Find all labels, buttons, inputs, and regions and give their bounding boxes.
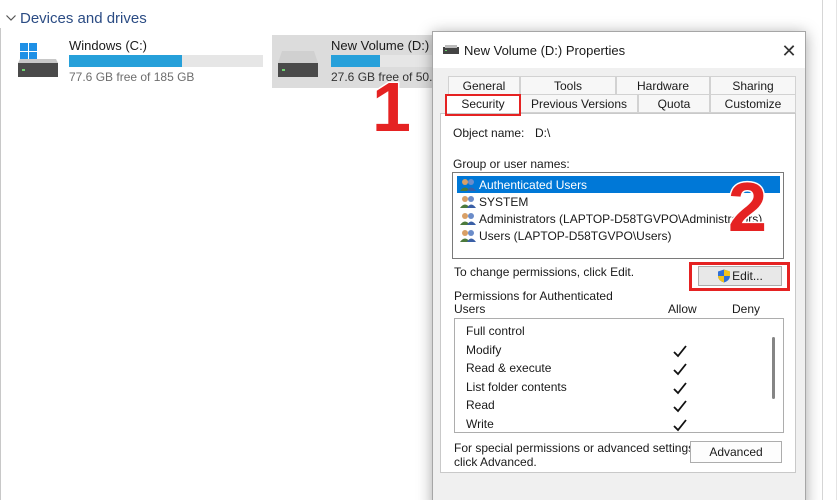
- permission-row-full-control: Full control: [466, 324, 525, 338]
- tab-quota[interactable]: Quota: [638, 94, 710, 113]
- users-group-icon: [460, 229, 476, 242]
- edit-button-highlight: [689, 262, 790, 291]
- permissions-for-label: Permissions for Authenticated: [454, 289, 613, 303]
- permission-row-list-folder: List folder contents: [466, 380, 567, 394]
- users-group-icon: [460, 178, 476, 191]
- change-permissions-text: To change permissions, click Edit.: [454, 265, 635, 279]
- close-icon[interactable]: ✕: [779, 41, 799, 61]
- user-item-label: Authenticated Users: [479, 177, 588, 192]
- permissions-list[interactable]: Full control Modify Read & execute List …: [454, 318, 784, 433]
- dialog-title: New Volume (D:) Properties: [464, 43, 626, 58]
- allow-check-icon: [673, 363, 687, 376]
- step-2-annotation: 2: [727, 168, 769, 246]
- dialog-titlebar[interactable]: New Volume (D:) Properties ✕: [433, 32, 805, 68]
- pane-divider: [0, 28, 1, 500]
- window-border-outer: [836, 0, 837, 500]
- permission-row-write: Write: [466, 417, 494, 431]
- drive-usage-bar: [69, 55, 263, 67]
- chevron-down-icon: [3, 10, 19, 26]
- drive-usage-bar: [331, 55, 438, 67]
- permission-row-read: Read: [466, 398, 495, 412]
- allow-check-icon: [673, 345, 687, 358]
- drive-name: New Volume (D:): [331, 38, 430, 53]
- allow-check-icon: [673, 419, 687, 432]
- object-name-value: D:\: [535, 126, 551, 140]
- drive-tile-d[interactable]: New Volume (D:) 27.6 GB free of 50.8 GB: [272, 35, 460, 88]
- devices-and-drives-header[interactable]: Devices and drives: [0, 8, 147, 28]
- user-item-label: Users (LAPTOP-D58TGVPO\Users): [479, 228, 672, 243]
- user-item-label: SYSTEM: [479, 194, 529, 209]
- user-item-administrators[interactable]: Administrators (LAPTOP-D58TGVPO\Administ…: [459, 210, 762, 227]
- deny-column-header: Deny: [732, 302, 761, 316]
- special-permissions-text-2: click Advanced.: [454, 455, 537, 469]
- allow-check-icon: [673, 400, 687, 413]
- permissions-for-label-user: Users: [454, 302, 486, 316]
- tab-tools[interactable]: Tools: [520, 76, 616, 95]
- advanced-button[interactable]: Advanced: [690, 441, 782, 463]
- tab-customize[interactable]: Customize: [710, 94, 796, 113]
- window-border: [822, 0, 823, 500]
- tab-general[interactable]: General: [448, 76, 520, 95]
- permission-row-read-execute: Read & execute: [466, 361, 552, 375]
- security-tab-highlight: [445, 94, 521, 116]
- permissions-scrollbar[interactable]: [772, 337, 775, 399]
- hard-drive-icon: [278, 51, 318, 77]
- permission-row-modify: Modify: [466, 343, 502, 357]
- drive-free-space: 77.6 GB free of 185 GB: [69, 70, 195, 84]
- tab-sharing[interactable]: Sharing: [710, 76, 796, 95]
- users-group-icon: [460, 212, 476, 225]
- drive-name: Windows (C:): [69, 38, 148, 53]
- drive-tile-c[interactable]: Windows (C:) 77.6 GB free of 185 GB: [12, 35, 266, 88]
- allow-check-icon: [673, 382, 687, 395]
- tab-hardware[interactable]: Hardware: [616, 76, 710, 95]
- drive-icon: [443, 45, 459, 54]
- windows-drive-icon: [18, 43, 58, 77]
- group-names-label: Group or user names:: [453, 157, 570, 171]
- user-item-label: Administrators (LAPTOP-D58TGVPO\Administ…: [479, 211, 763, 226]
- drive-usage-fill: [331, 55, 381, 67]
- tab-previous-versions[interactable]: Previous Versions: [520, 94, 638, 113]
- object-name-label: Object name:: [453, 126, 525, 140]
- allow-column-header: Allow: [668, 302, 697, 316]
- users-group-icon: [460, 195, 476, 208]
- step-1-annotation: 1: [371, 68, 413, 146]
- user-item-users[interactable]: Users (LAPTOP-D58TGVPO\Users): [459, 227, 671, 244]
- user-item-system[interactable]: SYSTEM: [459, 193, 528, 210]
- special-permissions-text: For special permissions or advanced sett…: [454, 441, 698, 455]
- group-title: Devices and drives: [20, 9, 147, 27]
- drive-usage-fill: [69, 55, 182, 67]
